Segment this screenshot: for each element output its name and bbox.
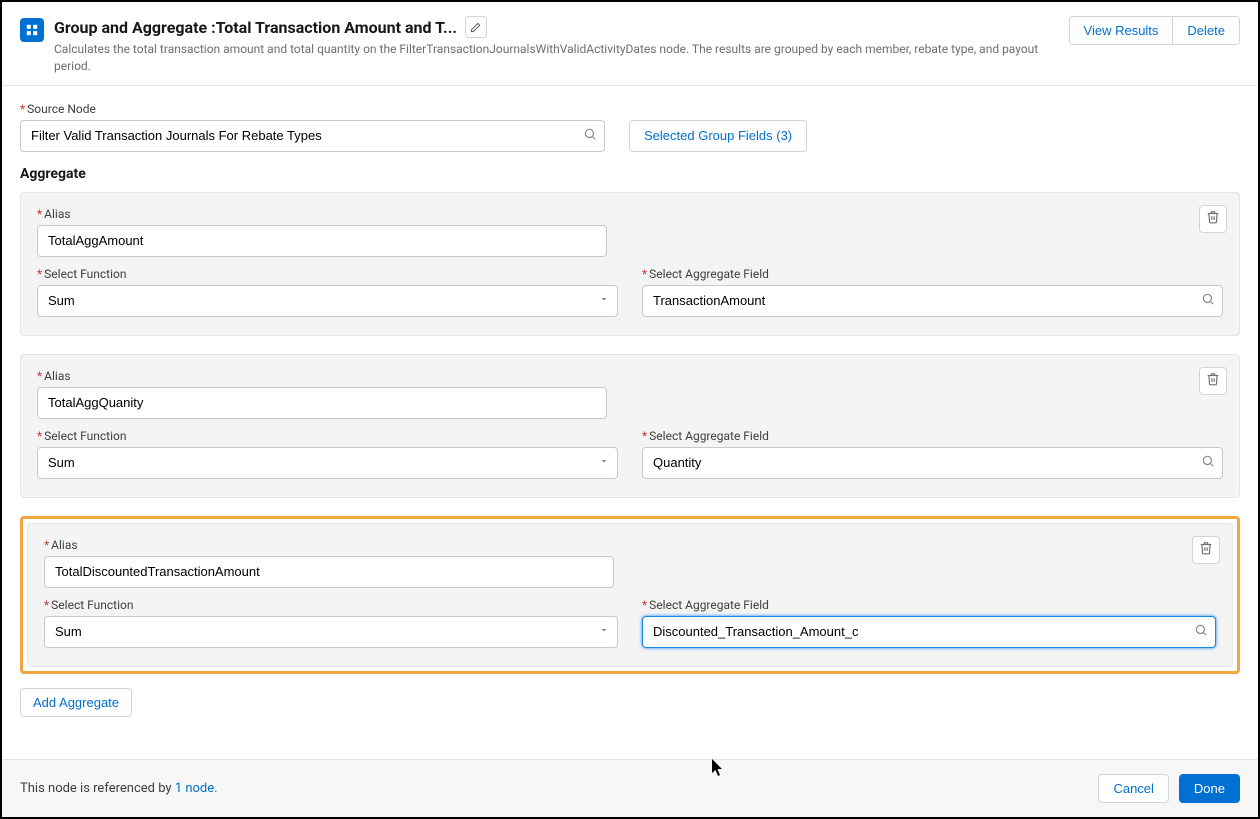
aggregate-field-label: *Select Aggregate Field — [642, 429, 1223, 443]
required-star-icon: * — [642, 598, 647, 612]
function-select[interactable] — [37, 285, 618, 317]
header-button-group: View Results Delete — [1069, 16, 1240, 45]
aggregate-list: *Alias *Select Function *Select Aggregate … — [20, 192, 1240, 674]
aggregate-field-input[interactable] — [642, 447, 1223, 479]
alias-label: *Alias — [44, 538, 1216, 552]
aggregate-function-row: *Select Function *Select Aggregate Field — [37, 429, 1223, 479]
function-column: *Select Function — [44, 598, 618, 648]
required-star-icon: * — [642, 267, 647, 281]
node-description: Calculates the total transaction amount … — [54, 41, 1057, 75]
alias-label: *Alias — [37, 207, 1223, 221]
function-select-wrap — [44, 616, 618, 648]
delete-aggregate-button[interactable] — [1192, 536, 1220, 564]
aggregate-field-column: *Select Aggregate Field — [642, 598, 1216, 648]
node-title-name: Total Transaction Amount and T... — [216, 18, 457, 37]
delete-aggregate-button[interactable] — [1199, 367, 1227, 395]
trash-icon — [1199, 541, 1213, 558]
aggregate-field-input[interactable] — [642, 285, 1223, 317]
required-star-icon: * — [20, 102, 25, 116]
aggregate-field-wrap — [642, 616, 1216, 648]
aggregate-card: *Alias *Select Function *Select Aggregate … — [27, 523, 1233, 667]
source-node-field: *Source Node — [20, 102, 605, 152]
trash-icon — [1206, 372, 1220, 389]
aggregate-function-row: *Select Function *Select Aggregate Field — [44, 598, 1216, 648]
function-select[interactable] — [44, 616, 618, 648]
source-input-wrap — [20, 120, 605, 152]
trash-icon — [1206, 210, 1220, 227]
add-aggregate-button[interactable]: Add Aggregate — [20, 688, 132, 717]
function-column: *Select Function — [37, 429, 618, 479]
aggregate-field-label: *Select Aggregate Field — [642, 598, 1216, 612]
required-star-icon: * — [37, 267, 42, 281]
cancel-button[interactable]: Cancel — [1098, 774, 1168, 803]
pencil-icon — [470, 22, 481, 33]
edit-title-button[interactable] — [465, 16, 487, 38]
function-select-wrap — [37, 285, 618, 317]
delete-aggregate-button[interactable] — [1199, 205, 1227, 233]
aggregate-field-column: *Select Aggregate Field — [642, 267, 1223, 317]
footer-reference-link[interactable]: 1 node. — [175, 781, 218, 796]
view-results-button[interactable]: View Results — [1070, 17, 1173, 44]
header-actions: View Results Delete — [1069, 16, 1240, 45]
footer-reference-text: This node is referenced by 1 node. — [20, 781, 1098, 796]
dialog-container: Group and Aggregate : Total Transaction … — [0, 0, 1260, 819]
source-row: *Source Node Selected Group Fields (3) — [20, 102, 1240, 152]
aggregate-card: *Alias *Select Function *Select Aggregate … — [20, 192, 1240, 336]
highlighted-aggregate: *Alias *Select Function *Select Aggregate … — [20, 516, 1240, 674]
node-title-prefix: Group and Aggregate : — [54, 18, 216, 37]
aggregate-field-column: *Select Aggregate Field — [642, 429, 1223, 479]
required-star-icon: * — [37, 369, 42, 383]
function-column: *Select Function — [37, 267, 618, 317]
function-label: *Select Function — [37, 267, 618, 281]
source-label-text: Source Node — [27, 102, 96, 116]
function-select[interactable] — [37, 447, 618, 479]
delete-node-button[interactable]: Delete — [1172, 17, 1239, 44]
aggregate-field-wrap — [642, 285, 1223, 317]
done-button[interactable]: Done — [1179, 774, 1240, 803]
source-node-input[interactable] — [20, 120, 605, 152]
required-star-icon: * — [44, 538, 49, 552]
required-star-icon: * — [37, 429, 42, 443]
alias-input[interactable] — [44, 556, 614, 588]
function-select-wrap — [37, 447, 618, 479]
header-text-block: Group and Aggregate : Total Transaction … — [54, 16, 1057, 75]
aggregate-card: *Alias *Select Function *Select Aggregate … — [20, 354, 1240, 498]
aggregate-field-input[interactable] — [642, 616, 1216, 648]
footer-text-prefix: This node is referenced by — [20, 781, 175, 796]
aggregate-field-wrap — [642, 447, 1223, 479]
dialog-body: *Source Node Selected Group Fields (3) A… — [2, 86, 1258, 759]
selected-group-fields-button[interactable]: Selected Group Fields (3) — [629, 120, 807, 152]
alias-input[interactable] — [37, 387, 607, 419]
alias-input[interactable] — [37, 225, 607, 257]
header-title-row: Group and Aggregate : Total Transaction … — [54, 16, 1057, 38]
required-star-icon: * — [37, 207, 42, 221]
aggregate-field-label: *Select Aggregate Field — [642, 267, 1223, 281]
function-label: *Select Function — [37, 429, 618, 443]
alias-label: *Alias — [37, 369, 1223, 383]
required-star-icon: * — [642, 429, 647, 443]
dialog-header: Group and Aggregate : Total Transaction … — [2, 2, 1258, 86]
mouse-cursor-icon — [712, 759, 726, 777]
aggregate-function-row: *Select Function *Select Aggregate Field — [37, 267, 1223, 317]
source-node-label: *Source Node — [20, 102, 605, 116]
function-label: *Select Function — [44, 598, 618, 612]
required-star-icon: * — [44, 598, 49, 612]
dialog-footer: This node is referenced by 1 node. Cance… — [2, 759, 1258, 817]
node-type-icon — [20, 18, 44, 42]
aggregate-section-title: Aggregate — [20, 166, 1240, 182]
